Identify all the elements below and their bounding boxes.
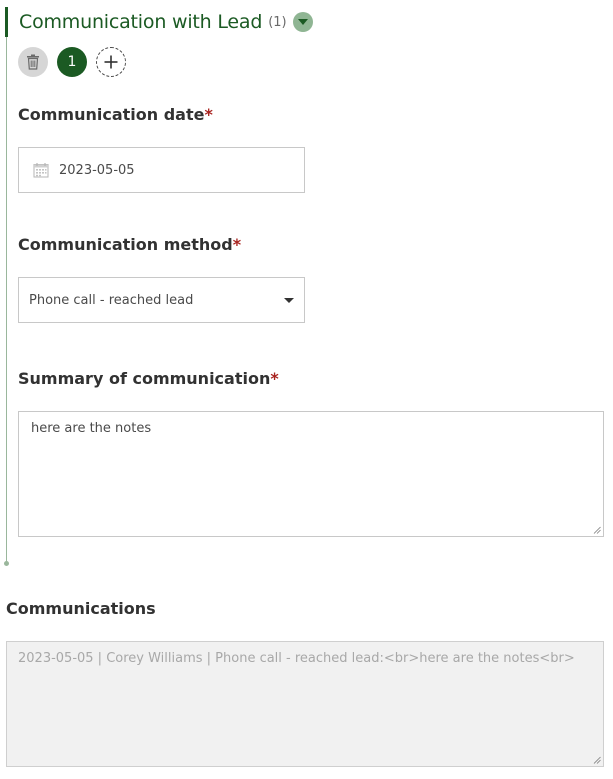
- required-mark: *: [204, 105, 213, 124]
- group-title: Communication with Lead: [19, 11, 263, 33]
- repeat-controls: 1: [18, 47, 126, 77]
- plus-icon: [104, 55, 118, 69]
- method-label-text: Communication method: [18, 235, 233, 254]
- repeat-page-1-button[interactable]: 1: [57, 47, 87, 77]
- group-accent-bar: [5, 7, 8, 37]
- trash-icon: [27, 54, 39, 70]
- repeat-group-header: Communication with Lead (1): [19, 8, 313, 36]
- communications-label: Communications: [6, 599, 156, 618]
- communications-value: 2023-05-05 | Corey Williams | Phone call…: [18, 651, 575, 666]
- resize-handle-icon[interactable]: [593, 756, 601, 764]
- date-label-text: Communication date: [18, 105, 205, 124]
- required-mark: *: [232, 235, 242, 254]
- survey-form: Communication with Lead (1) 1 Communicat…: [0, 0, 613, 779]
- communication-method-select[interactable]: Phone call - reached lead: [18, 277, 305, 323]
- resize-handle-icon[interactable]: [593, 526, 601, 534]
- group-border-line: [6, 37, 7, 563]
- dropdown-arrow-icon: [284, 298, 294, 303]
- group-border-end: [4, 561, 9, 566]
- delete-repeat-button[interactable]: [18, 47, 48, 77]
- method-selected-value: Phone call - reached lead: [29, 292, 194, 308]
- summary-label-text: Summary of communication: [18, 369, 271, 388]
- summary-textarea[interactable]: here are the notes: [18, 411, 604, 537]
- communications-readonly-field: 2023-05-05 | Corey Williams | Phone call…: [6, 641, 604, 767]
- chevron-down-icon[interactable]: [292, 12, 313, 32]
- method-field-label: Communication method*: [18, 235, 241, 254]
- add-repeat-button[interactable]: [96, 47, 126, 77]
- date-field-label: Communication date*: [18, 105, 213, 124]
- communication-date-input[interactable]: 2023-05-05: [18, 147, 305, 193]
- group-count: (1): [268, 14, 287, 30]
- summary-field-label: Summary of communication*: [18, 369, 279, 388]
- summary-value: here are the notes: [31, 421, 152, 436]
- date-value: 2023-05-05: [59, 162, 135, 178]
- required-mark: *: [270, 369, 279, 388]
- calendar-icon: [33, 163, 49, 178]
